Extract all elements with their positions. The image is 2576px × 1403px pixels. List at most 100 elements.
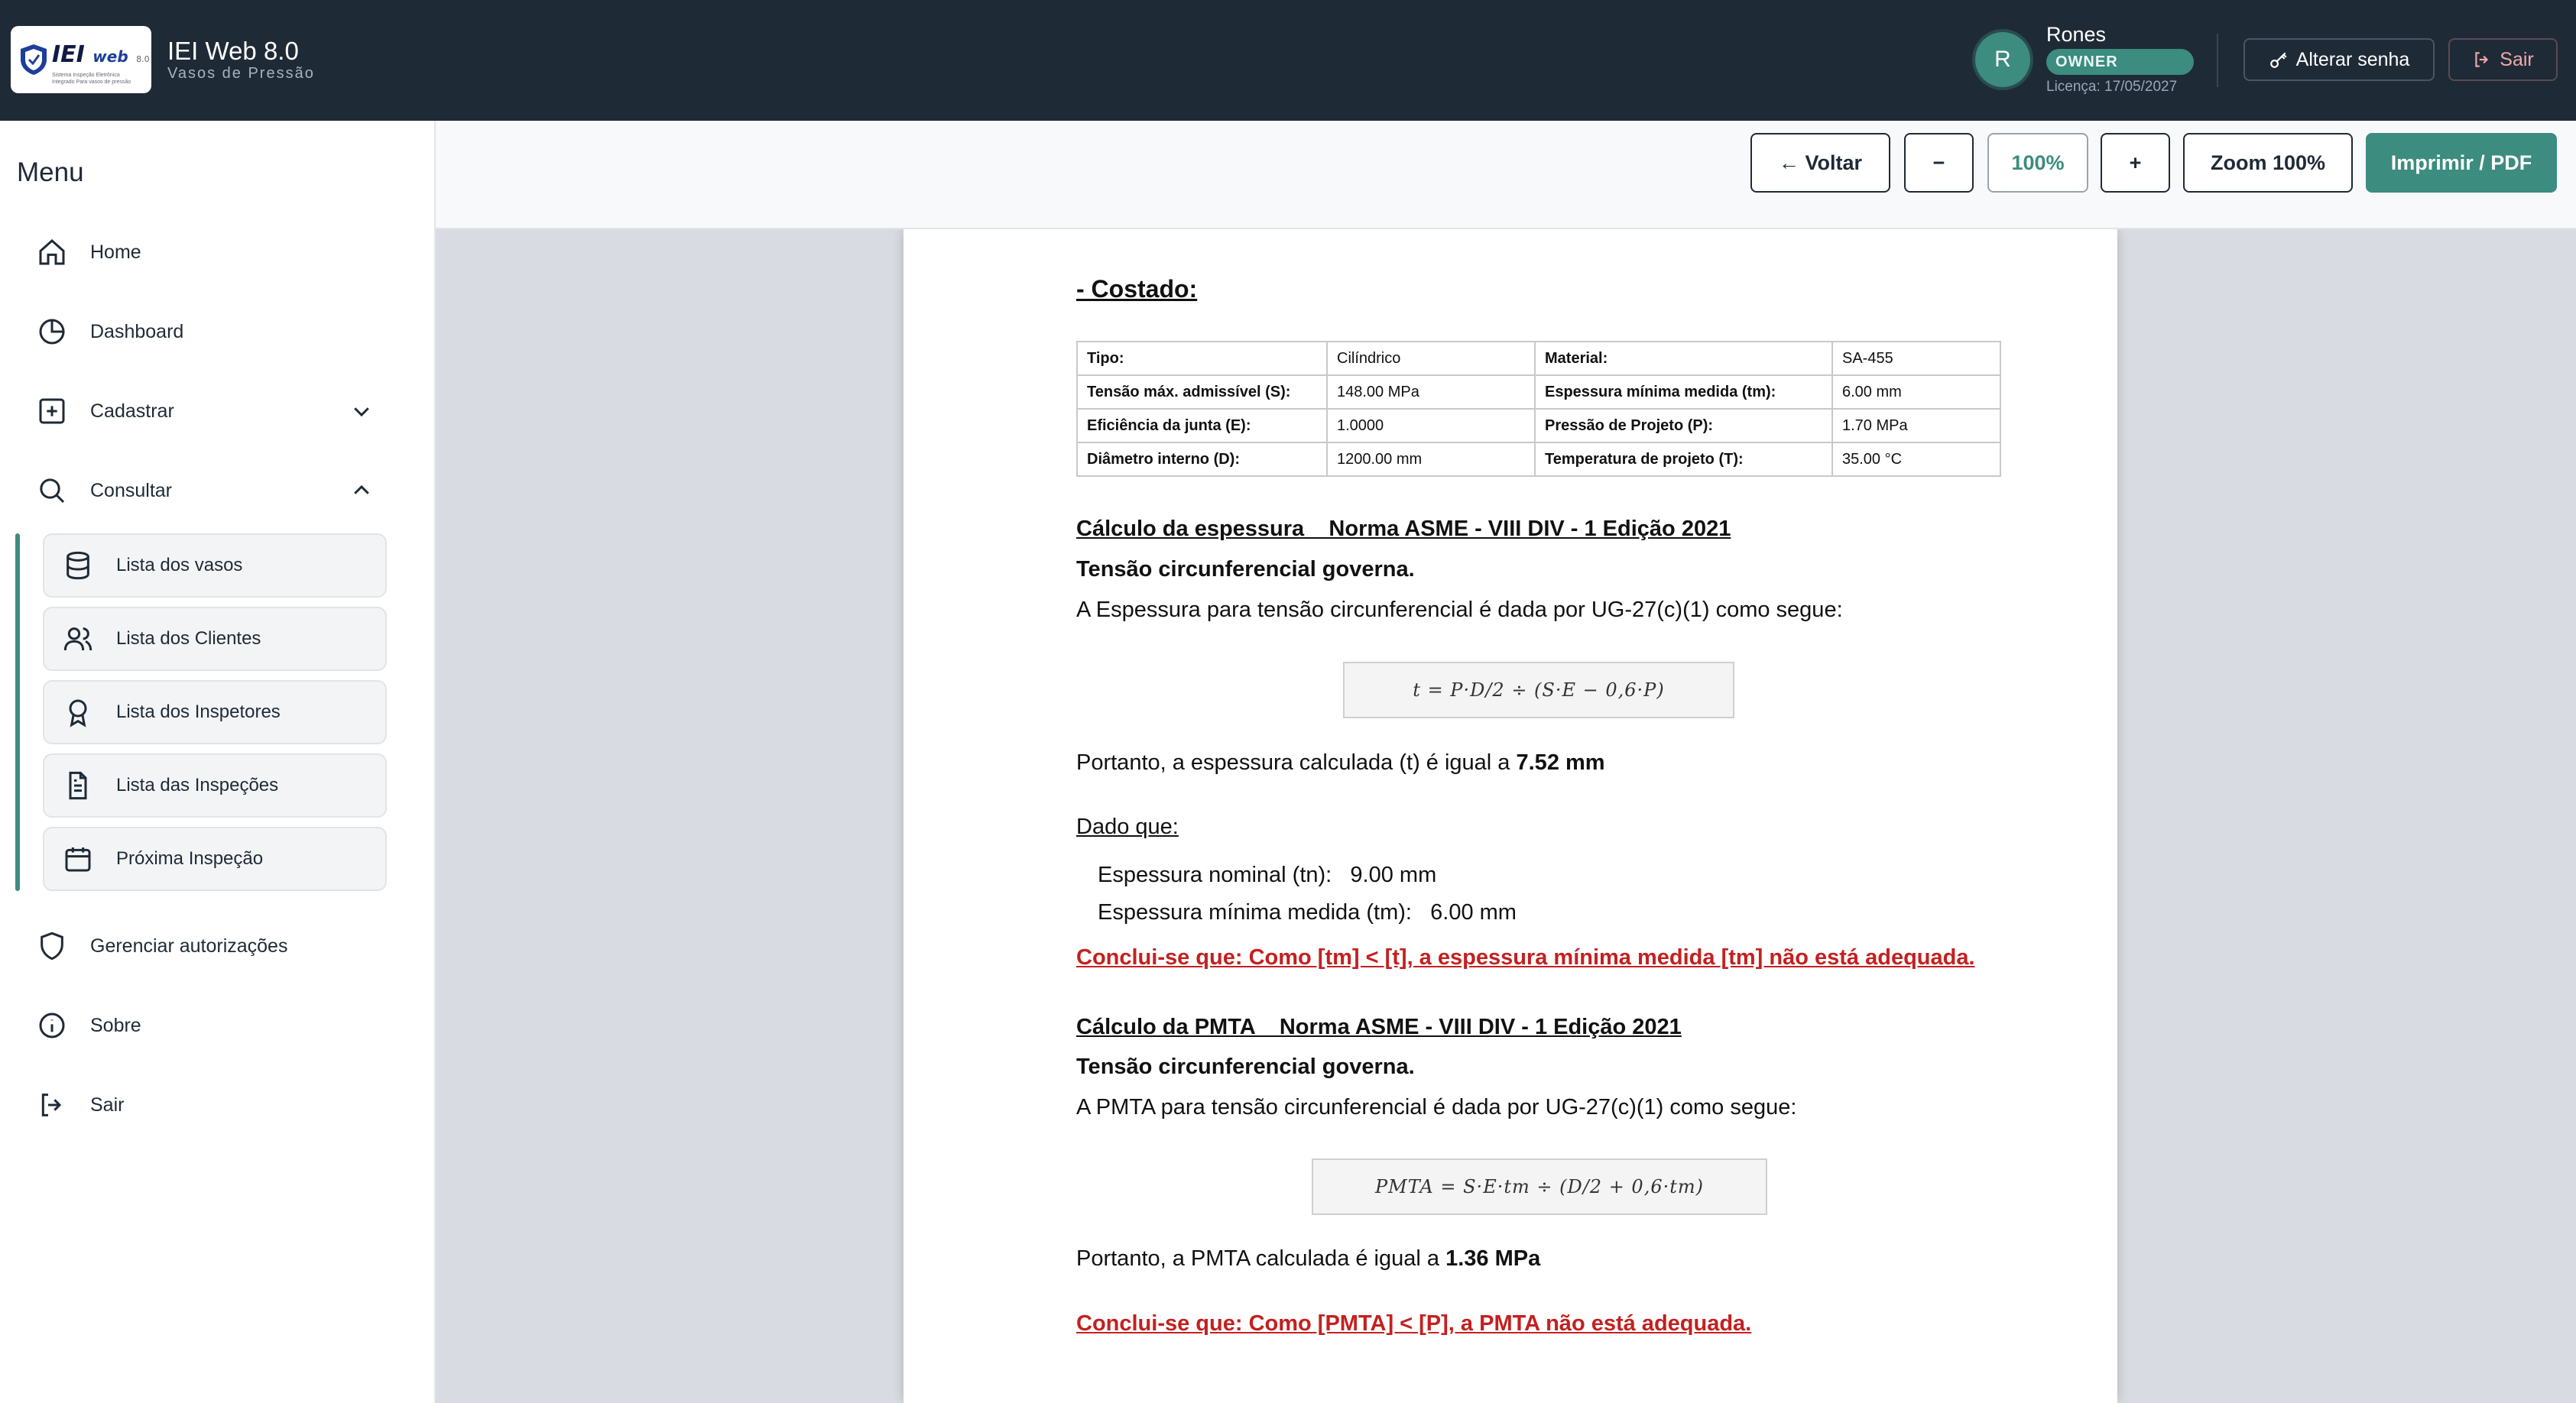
spec-value: Cilíndrico <box>1326 341 1536 376</box>
header-divider <box>2217 34 2218 87</box>
document-toolbar: ← Voltar − 100% + Zoom 100% Imprimir / P… <box>436 121 2576 229</box>
thickness-result-value: 7.52 mm <box>1516 750 1605 775</box>
menu-title: Menu <box>17 157 84 187</box>
nominal-thickness-value: 9.00 mm <box>1350 863 1437 887</box>
document-page: - Costado: Tipo: Cilíndrico Material: SA… <box>904 229 2117 1403</box>
pmta-calc-title: Cálculo da PMTA Norma ASME - VIII DIV - … <box>1076 1015 1682 1039</box>
sidebar-item-label: Lista das Inspeções <box>116 775 279 795</box>
spec-value: 6.00 mm <box>1831 374 2001 410</box>
spec-value: 35.00 °C <box>1831 442 2001 477</box>
document-viewport[interactable]: - Costado: Tipo: Cilíndrico Material: SA… <box>436 229 2576 1403</box>
spec-label: Eficiência da junta (E): <box>1076 408 1328 443</box>
thickness-formula: t = P·D/2 ÷ (S·E − 0,6·P) <box>1343 662 1734 718</box>
sidebar: Menu Home Dashboard Cadastrar Consultar … <box>0 121 436 1403</box>
logout-icon <box>2475 52 2489 67</box>
award-icon <box>69 699 87 727</box>
logo-tagline: Sistema Inspeção Eletrônica Integrado Pa… <box>52 73 131 85</box>
app-logo[interactable]: IEI web 8.0 Sistema Inspeção Eletrônica … <box>11 26 151 93</box>
pmta-conclusion: Conclui-se que: Como [PMTA] < [P], a PMT… <box>1076 1311 1752 1336</box>
table-row: Tipo: Cilíndrico Material: SA-455 <box>1076 341 2001 376</box>
chevron-up-icon[interactable] <box>350 479 373 502</box>
spec-table: Tipo: Cilíndrico Material: SA-455 Tensão… <box>1076 341 2001 477</box>
nominal-thickness: Espessura nominal (tn): 9.00 mm <box>1098 863 1436 888</box>
sidebar-item-label: Consultar <box>90 479 172 501</box>
thickness-result: Portanto, a espessura calculada (t) é ig… <box>1076 750 1605 776</box>
app-title: IEI Web 8.0 <box>167 37 299 65</box>
sidebar-item-label: Lista dos Inspetores <box>116 702 281 722</box>
min-thickness-label: Espessura mínima medida (tm): <box>1098 900 1412 925</box>
chevron-down-icon[interactable] <box>350 400 373 423</box>
sidebar-item-lista-inspetores[interactable]: Lista dos Inspetores <box>43 680 387 744</box>
pmta-formula: PMTA = S·E·tm ÷ (D/2 + 0,6·tm) <box>1312 1158 1767 1215</box>
sidebar-item-label: Gerenciar autorizações <box>90 935 288 957</box>
logout-icon <box>41 1094 62 1116</box>
app-subtitle: Vasos de Pressão <box>167 65 315 82</box>
exit-button[interactable]: Sair <box>2448 38 2558 81</box>
zoom-reset-button[interactable]: Zoom 100% <box>2183 133 2353 193</box>
sidebar-item-lista-vasos[interactable]: Lista dos vasos <box>43 533 387 598</box>
sidebar-item-sair[interactable]: Sair <box>37 1082 373 1128</box>
sidebar-item-label: Dashboard <box>90 320 184 342</box>
change-password-label: Alterar senha <box>2295 48 2410 70</box>
sidebar-item-label: Próxima Inspeção <box>116 848 264 869</box>
pie-chart-icon <box>39 319 65 345</box>
spec-label: Tipo: <box>1076 341 1328 376</box>
sidebar-item-proxima-inspecao[interactable]: Próxima Inspeção <box>43 827 387 891</box>
pmta-result-prefix: Portanto, a PMTA calculada é igual a <box>1076 1246 1446 1271</box>
spec-label: Tensão máx. admissível (S): <box>1076 374 1328 410</box>
zoom-in-button[interactable]: + <box>2101 133 2170 193</box>
sidebar-item-label: Lista dos Clientes <box>116 628 261 649</box>
spec-value: 1.70 MPa <box>1831 408 2001 443</box>
sidebar-item-autorizacoes[interactable]: Gerenciar autorizações <box>37 923 373 969</box>
sidebar-item-sobre[interactable]: Sobre <box>37 1003 373 1048</box>
sidebar-item-label: Sobre <box>90 1014 141 1036</box>
print-pdf-button[interactable]: Imprimir / PDF <box>2366 133 2557 193</box>
back-button[interactable]: ← Voltar <box>1750 133 1890 193</box>
sidebar-item-dashboard[interactable]: Dashboard <box>37 309 373 355</box>
min-thickness-value: 6.00 mm <box>1430 900 1517 925</box>
zoom-out-button[interactable]: − <box>1904 133 1974 193</box>
file-text-icon <box>69 771 87 800</box>
spec-label: Material: <box>1534 341 1833 376</box>
top-bar: IEI web 8.0 Sistema Inspeção Eletrônica … <box>0 0 2576 121</box>
user-name: Rones <box>2046 23 2107 46</box>
license-date: Licença: 17/05/2027 <box>2046 79 2178 95</box>
table-row: Eficiência da junta (E): 1.0000 Pressão … <box>1076 408 2001 443</box>
sidebar-item-cadastrar[interactable]: Cadastrar <box>37 388 373 434</box>
table-row: Tensão máx. admissível (S): 148.00 MPa E… <box>1076 374 2001 410</box>
submenu-rail <box>15 533 20 891</box>
zoom-level-display[interactable]: 100% <box>1987 133 2088 193</box>
user-avatar[interactable]: R <box>1975 32 2030 87</box>
thickness-result-prefix: Portanto, a espessura calculada (t) é ig… <box>1076 750 1517 775</box>
thickness-calc-title: Cálculo da espessura Norma ASME - VIII D… <box>1076 517 1731 541</box>
min-measured-thickness: Espessura mínima medida (tm): 6.00 mm <box>1098 900 1517 925</box>
sidebar-item-label: Cadastrar <box>90 400 174 422</box>
spec-label: Espessura mínima medida (tm): <box>1534 374 1833 410</box>
sidebar-item-lista-inspecoes[interactable]: Lista das Inspeções <box>43 753 387 818</box>
info-icon <box>39 1013 65 1038</box>
thickness-intro: A Espessura para tensão circunferencial … <box>1076 598 1843 622</box>
shield-icon <box>41 932 63 961</box>
spec-value: 1.0000 <box>1326 408 1536 443</box>
key-icon <box>2269 52 2287 68</box>
users-icon <box>63 627 92 651</box>
spec-label: Pressão de Projeto (P): <box>1534 408 1833 443</box>
plus-square-icon <box>39 398 65 424</box>
pmta-governs: Tensão circunferencial governa. <box>1076 1055 1415 1079</box>
search-icon <box>40 478 65 504</box>
sidebar-item-label: Home <box>90 241 141 263</box>
spec-label: Temperatura de projeto (T): <box>1534 442 1833 477</box>
spec-value: 1200.00 mm <box>1326 442 1536 477</box>
change-password-button[interactable]: Alterar senha <box>2243 38 2435 81</box>
role-badge: OWNER <box>2046 49 2194 75</box>
logo-wordmark: IEI web 8.0 <box>52 41 150 68</box>
pmta-result: Portanto, a PMTA calculada é igual a 1.3… <box>1076 1246 1540 1272</box>
sidebar-item-consultar[interactable]: Consultar <box>37 468 373 514</box>
table-row: Diâmetro interno (D): 1200.00 mm Tempera… <box>1076 442 2001 477</box>
given-label: Dado que: <box>1076 815 1179 839</box>
sidebar-item-home[interactable]: Home <box>37 229 373 275</box>
sidebar-item-lista-clientes[interactable]: Lista dos Clientes <box>43 607 387 671</box>
exit-label: Sair <box>2500 48 2534 70</box>
sidebar-item-label: Lista dos vasos <box>116 555 243 575</box>
database-icon <box>67 551 89 580</box>
